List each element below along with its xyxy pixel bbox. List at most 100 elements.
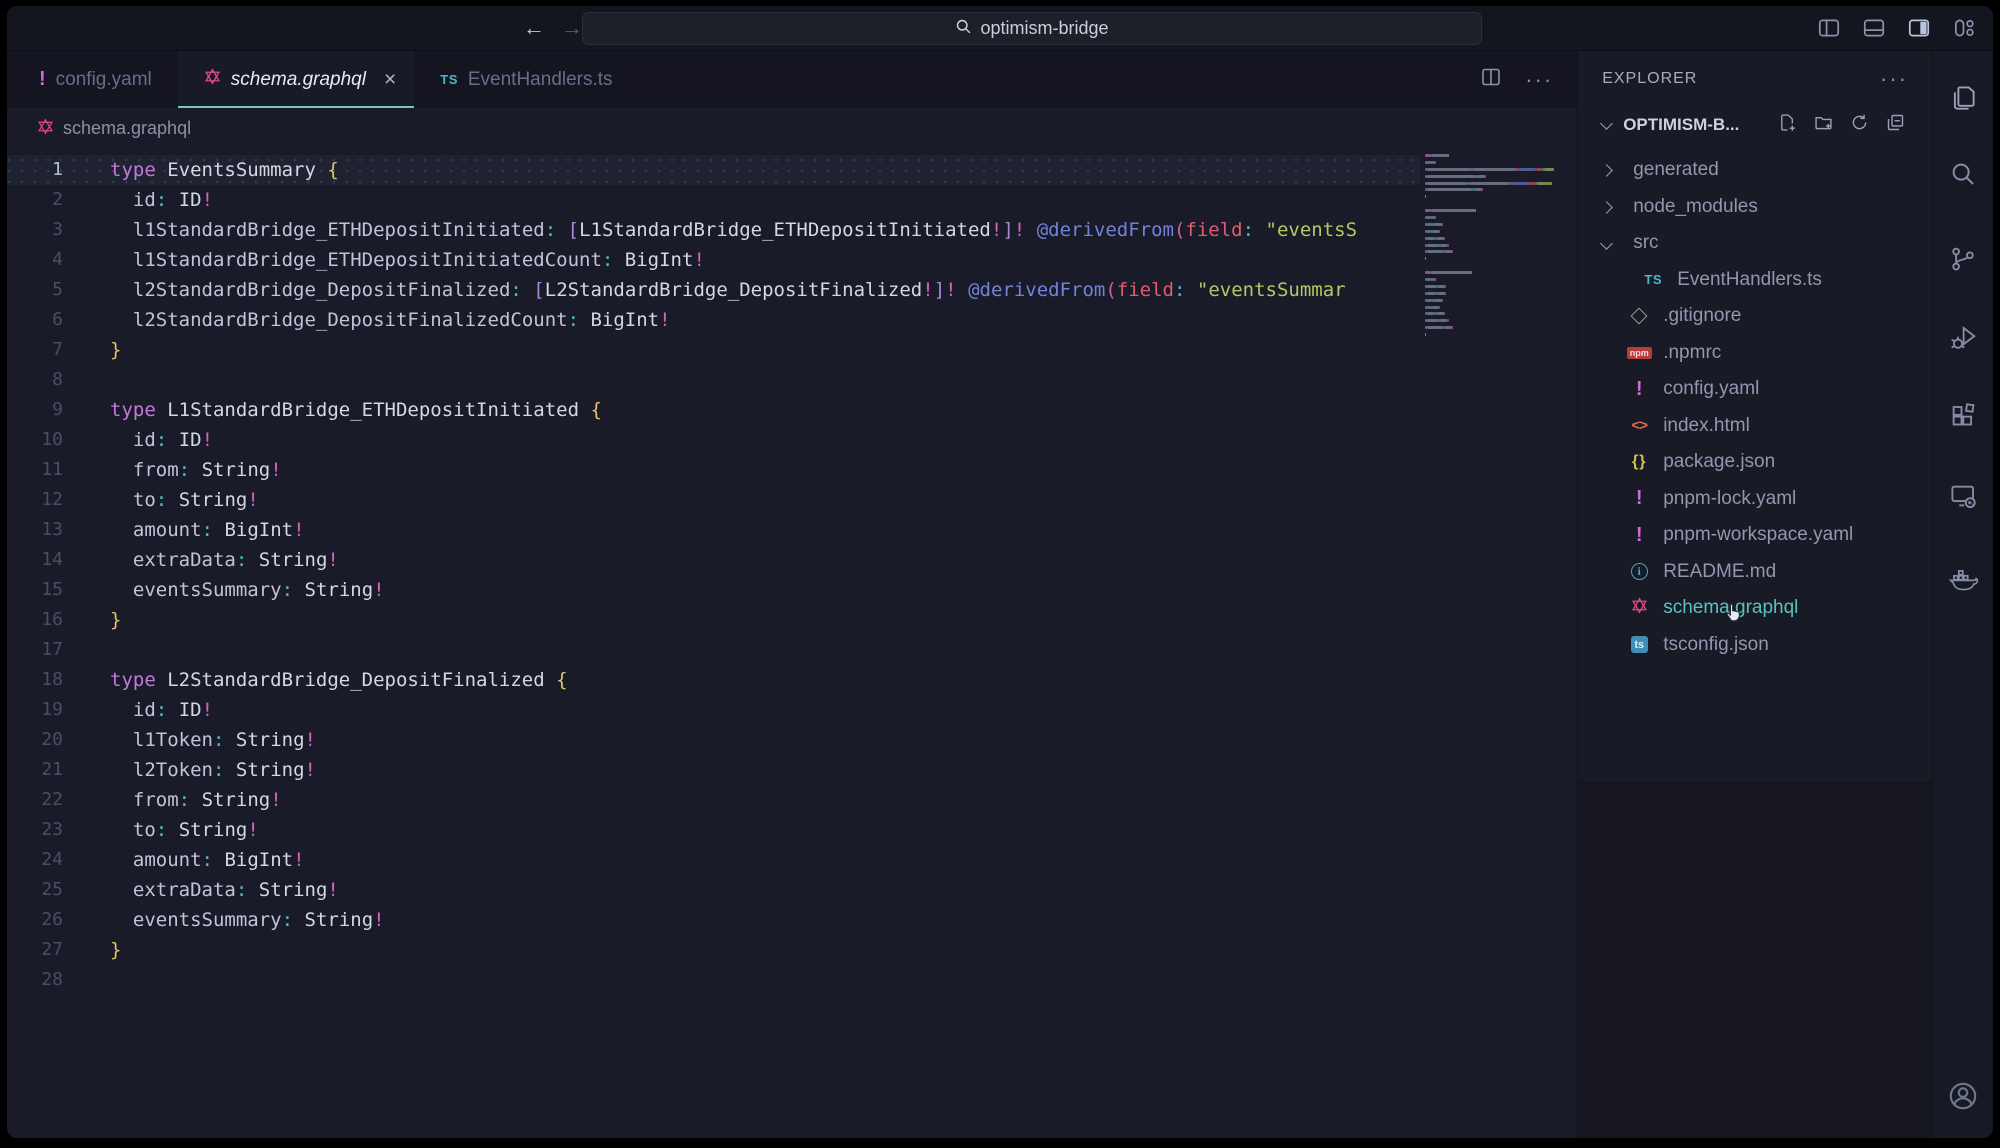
line-number: 15 [7, 575, 103, 605]
tree-item-label: .npmrc [1663, 342, 1721, 364]
tree-item-pnpm-workspace.yaml[interactable]: !pnpm-workspace.yaml [1578, 517, 1932, 554]
explorer-more-icon[interactable]: ··· [1880, 66, 1908, 92]
line-number: 8 [7, 365, 103, 395]
breadcrumb[interactable]: schema.graphql [7, 108, 1577, 149]
activity-bar [1932, 51, 1993, 1138]
code-line[interactable]: type L2StandardBridge_DepositFinalized { [110, 665, 1357, 695]
mouse-cursor [1722, 600, 1747, 630]
code-line[interactable]: extraData: String! [110, 545, 1357, 575]
tree-item-README.md[interactable]: iREADME.md [1578, 554, 1932, 591]
tree-item-tsconfig.json[interactable]: tstsconfig.json [1578, 627, 1932, 664]
line-number: 10 [7, 425, 103, 455]
line-number: 24 [7, 845, 103, 875]
tree-item-.npmrc[interactable]: npm.npmrc [1578, 335, 1932, 372]
code-line[interactable]: } [110, 605, 1357, 635]
docker-icon[interactable] [1933, 563, 1993, 595]
code-line[interactable] [110, 365, 1357, 395]
graphql-icon [1631, 597, 1648, 614]
tab-config.yaml[interactable]: !config.yaml [13, 51, 178, 108]
account-icon[interactable] [1933, 1079, 1993, 1113]
breadcrumb-file: schema.graphql [63, 118, 191, 139]
tree-item-src[interactable]: src [1578, 225, 1932, 262]
tab-label: schema.graphql [231, 69, 366, 91]
split-editor-icon[interactable] [1479, 65, 1503, 94]
minimap[interactable] [1425, 154, 1558, 347]
code-line[interactable]: extraData: String! [110, 875, 1357, 905]
chevron-down-icon [1600, 237, 1613, 250]
line-number: 19 [7, 695, 103, 725]
workspace-section-header[interactable]: OPTIMISM-B... [1578, 107, 1932, 143]
json-icon: {} [1632, 453, 1646, 471]
tree-item-label: .gitignore [1663, 305, 1741, 327]
line-number: 14 [7, 545, 103, 575]
customize-layout-icon[interactable] [1951, 15, 1977, 41]
code-line[interactable]: l2StandardBridge_DepositFinalizedCount: … [110, 305, 1357, 335]
toggle-secondary-sidebar-icon[interactable] [1906, 15, 1932, 41]
history-forward-button[interactable]: → [561, 15, 583, 41]
collapse-folders-icon[interactable] [1885, 112, 1906, 138]
code-line[interactable]: type EventsSummary { [110, 155, 1357, 185]
code-line[interactable]: id: ID! [110, 425, 1357, 455]
code-line[interactable]: to: String! [110, 485, 1357, 515]
chevron-down-icon [1600, 117, 1613, 130]
tree-item-generated[interactable]: generated [1578, 152, 1932, 189]
code-line[interactable]: id: ID! [110, 185, 1357, 215]
code-line[interactable]: to: String! [110, 815, 1357, 845]
tree-item-label: node_modules [1633, 196, 1758, 218]
extensions-icon[interactable] [1933, 401, 1993, 431]
editor-actions-more-icon[interactable]: ··· [1525, 67, 1553, 93]
explorer-panel: EXPLORER ··· OPTIMISM-B... [1577, 51, 1932, 1138]
tree-item-config.yaml[interactable]: !config.yaml [1578, 371, 1932, 408]
tree-item-EventHandlers.ts[interactable]: TSEventHandlers.ts [1578, 262, 1932, 299]
line-number: 1 [7, 155, 103, 185]
toggle-primary-sidebar-icon[interactable] [1816, 15, 1842, 41]
tab-EventHandlers.ts[interactable]: TSEventHandlers.ts [414, 51, 638, 108]
code-editor[interactable]: 1234567891011121314151617181920212223242… [7, 149, 1577, 1138]
code-line[interactable]: id: ID! [110, 695, 1357, 725]
tree-item-pnpm-lock.yaml[interactable]: !pnpm-lock.yaml [1578, 481, 1932, 518]
code-line[interactable]: amount: BigInt! [110, 515, 1357, 545]
code-line[interactable]: from: String! [110, 785, 1357, 815]
toggle-panel-icon[interactable] [1861, 15, 1887, 41]
code-line[interactable] [110, 965, 1357, 995]
code-line[interactable]: l1Token: String! [110, 725, 1357, 755]
remote-explorer-icon[interactable] [1933, 481, 1993, 511]
code-line[interactable]: l2StandardBridge_DepositFinalized: [L2St… [110, 275, 1357, 305]
new-file-icon[interactable] [1777, 112, 1798, 138]
tree-item-node_modules[interactable]: node_modules [1578, 189, 1932, 226]
gitignore-icon [1631, 308, 1648, 325]
line-number: 4 [7, 245, 103, 275]
code-line[interactable] [110, 635, 1357, 665]
tab-schema.graphql[interactable]: schema.graphql × [178, 51, 414, 108]
code-line[interactable]: type L1StandardBridge_ETHDepositInitiate… [110, 395, 1357, 425]
workspace-name: OPTIMISM-B... [1623, 115, 1739, 135]
run-debug-icon[interactable] [1933, 323, 1993, 353]
tsconfig-icon: ts [1631, 636, 1648, 653]
code-line[interactable]: l1StandardBridge_ETHDepositInitiatedCoun… [110, 245, 1357, 275]
search-view-icon[interactable] [1933, 159, 1993, 189]
code-line[interactable]: } [110, 935, 1357, 965]
line-number: 21 [7, 755, 103, 785]
tree-item-schema.graphql[interactable]: schema.graphql [1578, 590, 1932, 627]
tree-item-.gitignore[interactable]: .gitignore [1578, 298, 1932, 335]
explorer-view-icon[interactable] [1933, 83, 1993, 113]
refresh-icon[interactable] [1849, 112, 1870, 138]
code-line[interactable]: l2Token: String! [110, 755, 1357, 785]
tree-item-package.json[interactable]: {}package.json [1578, 444, 1932, 481]
code-line[interactable]: } [110, 335, 1357, 365]
tree-item-index.html[interactable]: <>index.html [1578, 408, 1932, 445]
source-control-icon[interactable] [1933, 244, 1993, 274]
code-line[interactable]: eventsSummary: String! [110, 905, 1357, 935]
code-line[interactable]: eventsSummary: String! [110, 575, 1357, 605]
history-back-button[interactable]: ← [523, 15, 545, 41]
new-folder-icon[interactable] [1813, 112, 1834, 138]
line-number: 6 [7, 305, 103, 335]
tree-item-label: EventHandlers.ts [1677, 269, 1822, 291]
line-number: 17 [7, 635, 103, 665]
code-line[interactable]: l1StandardBridge_ETHDepositInitiated: [L… [110, 215, 1357, 245]
line-number: 5 [7, 275, 103, 305]
close-tab-icon[interactable]: × [384, 68, 396, 92]
command-search-box[interactable]: optimism-bridge [582, 12, 1482, 45]
code-line[interactable]: amount: BigInt! [110, 845, 1357, 875]
code-line[interactable]: from: String! [110, 455, 1357, 485]
